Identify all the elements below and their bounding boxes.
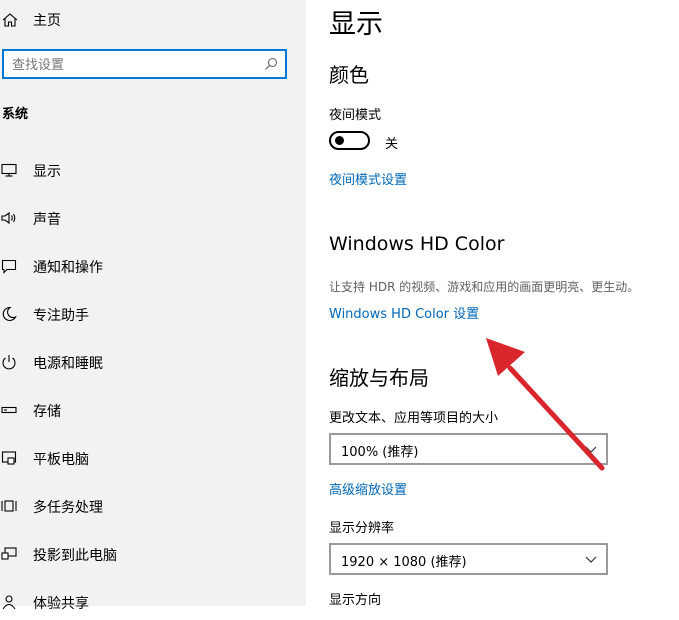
sidebar-item-power[interactable]: 电源和睡眠 [0,344,306,380]
search-box[interactable] [2,49,287,79]
resolution-label: 显示分辨率 [329,521,395,536]
color-heading: 颜色 [329,63,369,87]
hdr-description: 让支持 HDR 的视频、游戏和应用的画面更明亮、更生动。 [329,280,640,294]
orientation-label: 显示方向 [329,593,382,608]
search-input[interactable] [12,55,257,75]
sidebar-item-notifications[interactable]: 通知和操作 [0,248,306,284]
hdr-heading: Windows HD Color [329,233,505,255]
sidebar-item-tablet[interactable]: 平板电脑 [0,440,306,476]
sidebar-item-label: 电源和睡眠 [33,356,103,372]
sidebar-item-label: 体验共享 [33,596,89,612]
home-label: 主页 [33,13,61,29]
sidebar-item-shared-experiences[interactable]: 体验共享 [0,584,306,620]
sidebar-item-storage[interactable]: 存储 [0,392,306,428]
advanced-scaling-link[interactable]: 高级缩放设置 [329,479,407,498]
sidebar-item-label: 投影到此电脑 [33,548,117,564]
resolution-dropdown[interactable]: 1920 × 1080 (推荐) [329,543,608,575]
sidebar-item-display[interactable]: 显示 [0,152,306,188]
hdr-settings-link[interactable]: Windows HD Color 设置 [329,303,479,322]
scale-dropdown-value: 100% (推荐) [341,445,419,460]
night-mode-state: 关 [385,137,399,152]
moon-icon [2,306,17,321]
night-mode-toggle[interactable] [329,131,370,150]
sidebar: 主页 系统 显示 声音 通知和操作 专注助手 [0,0,306,612]
sidebar-item-multitasking[interactable]: 多任务处理 [0,488,306,524]
share-icon [2,595,16,610]
sidebar-item-label: 显示 [33,164,61,180]
monitor-icon [1,163,17,177]
home-nav-item[interactable]: 主页 [0,6,306,32]
annotation-arrow [486,338,605,471]
resolution-dropdown-value: 1920 × 1080 (推荐) [341,555,467,570]
section-title-system: 系统 [2,107,29,122]
sidebar-item-project-to-pc[interactable]: 投影到此电脑 [0,536,306,572]
sidebar-item-label: 通知和操作 [33,260,103,276]
night-mode-label: 夜间模式 [329,108,382,123]
sidebar-item-label: 存储 [33,404,61,420]
sidebar-item-focus-assist[interactable]: 专注助手 [0,296,306,332]
page-title: 显示 [329,9,383,40]
project-icon [1,547,17,560]
search-icon[interactable] [264,57,278,71]
power-icon [2,355,16,370]
speaker-icon [1,211,16,225]
multitask-icon [1,500,17,512]
notification-icon [1,259,17,274]
chevron-down-icon [585,556,597,563]
sidebar-item-label: 声音 [33,212,61,228]
sidebar-item-sound[interactable]: 声音 [0,200,306,236]
sidebar-item-label: 平板电脑 [33,452,89,468]
toggle-knob [335,136,344,145]
night-mode-settings-link[interactable]: 夜间模式设置 [329,169,407,188]
scale-layout-heading: 缩放与布局 [329,366,429,390]
storage-icon [1,406,17,414]
tablet-icon [1,451,17,465]
sidebar-item-label: 专注助手 [33,308,89,324]
sidebar-item-label: 多任务处理 [33,500,103,516]
home-icon [2,13,18,27]
